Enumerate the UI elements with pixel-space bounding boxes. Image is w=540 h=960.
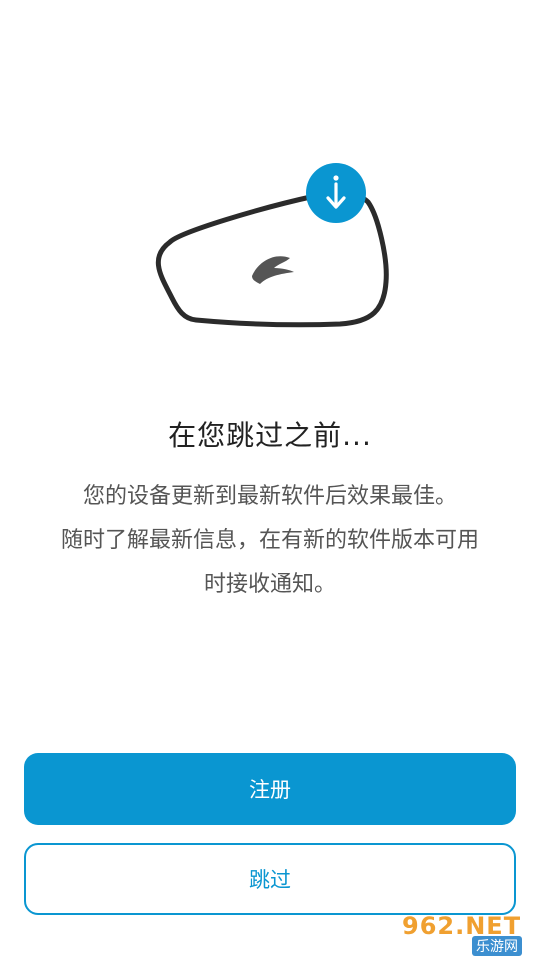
description-line-2: 随时了解最新信息，在有新的软件版本可用 [60,528,479,553]
skip-button-label: 跳过 [249,868,291,892]
description-line-1: 您的设备更新到最新软件后效果最佳。 [82,484,457,509]
onboarding-screen: 在您跳过之前... 您的设备更新到最新软件后效果最佳。 随时了解最新信息，在有新… [0,0,540,960]
watermark-site: 乐游网 [472,936,522,956]
brand-logo-icon [252,256,294,284]
register-button-label: 注册 [249,778,291,802]
register-button[interactable]: 注册 [24,753,516,825]
device-update-illustration [155,163,389,328]
description-line-3: 时接收通知。 [203,572,336,597]
page-title: 在您跳过之前... [168,419,372,452]
skip-button[interactable]: 跳过 [24,843,516,915]
download-badge [306,163,366,223]
site-watermark: 962.NET 乐游网 [402,912,536,956]
